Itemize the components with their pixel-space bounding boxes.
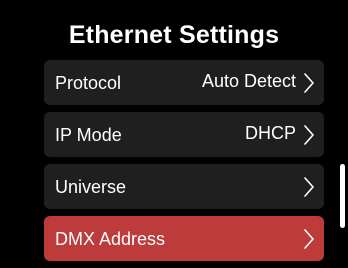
settings-menu: Protocol Auto Detect IP Mode DHCP Univer… [44,60,324,268]
menu-item-label: IP Mode [55,125,122,145]
menu-item-label: DMX Address [55,229,166,249]
menu-item-value: Auto Detect [201,71,296,91]
menu-item-dmx-address[interactable]: DMX Address [44,216,324,261]
menu-item-protocol[interactable]: Protocol Auto Detect [44,60,324,105]
page-title: Ethernet Settings [68,21,280,49]
menu-item-label: Protocol [55,73,122,93]
chevron-right-icon [304,125,314,145]
menu-item-universe[interactable]: Universe [44,164,324,209]
menu-item-ip-mode[interactable]: IP Mode DHCP [44,112,324,157]
scrollbar-thumb[interactable] [340,164,345,228]
chevron-right-icon [304,177,314,197]
menu-item-label: Universe [55,177,127,197]
chevron-right-icon [304,229,314,249]
chevron-right-icon [304,73,314,93]
menu-item-value: DHCP [244,123,296,143]
